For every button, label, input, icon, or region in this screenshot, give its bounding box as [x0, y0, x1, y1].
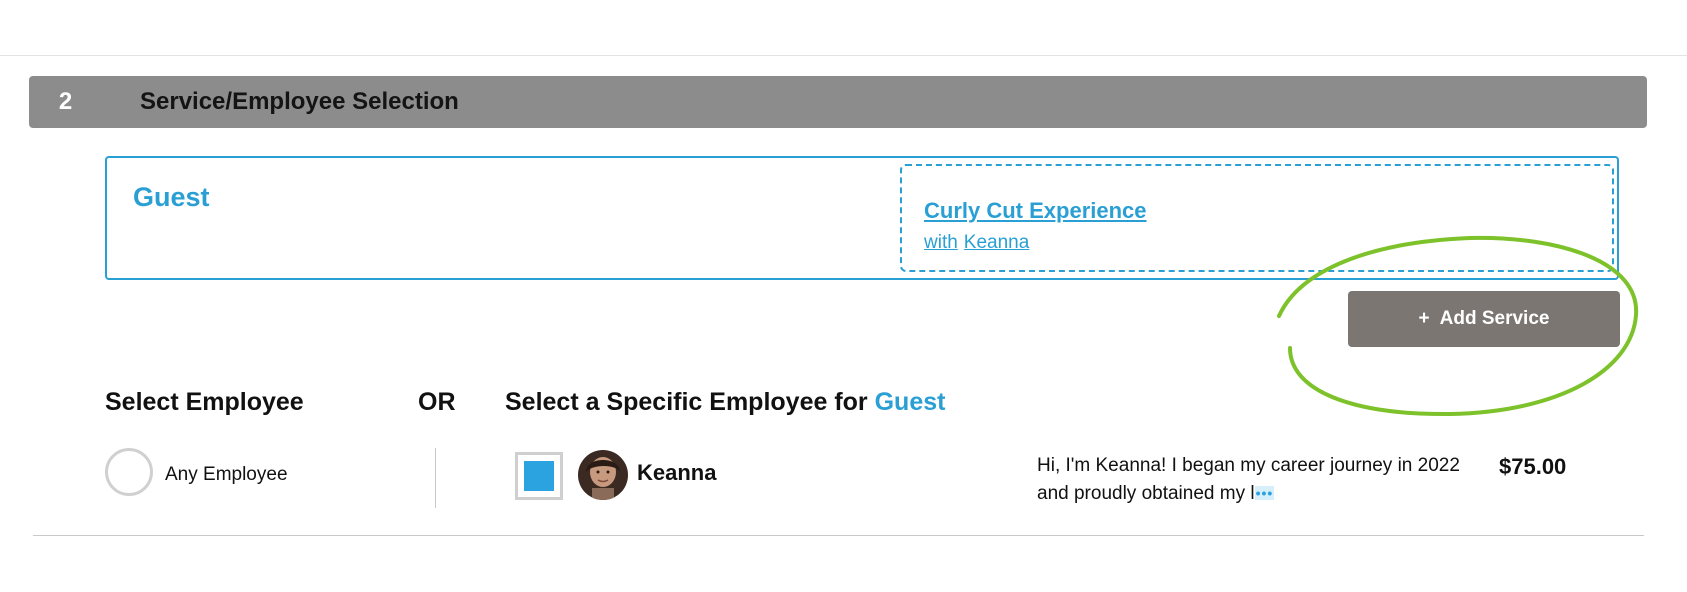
bottom-divider: [33, 535, 1644, 536]
or-label: OR: [418, 388, 456, 416]
specific-employee-label: Select a Specific Employee for: [505, 388, 868, 416]
service-name-link[interactable]: Curly Cut Experience: [924, 198, 1147, 224]
service-with-label[interactable]: with: [924, 232, 958, 253]
section-number: 2: [58, 88, 73, 115]
top-divider: [0, 55, 1687, 56]
specific-guest-name: Guest: [874, 388, 946, 416]
plus-icon: +: [1418, 308, 1430, 329]
selection-divider: [435, 448, 436, 508]
employee-bio-text: Hi, I'm Keanna! I began my career journe…: [1037, 455, 1460, 504]
specific-employee-heading: Select a Specific Employee for Guest: [505, 388, 945, 417]
employee-price: $75.00: [1499, 454, 1567, 479]
section-title: Service/Employee Selection: [140, 88, 459, 115]
select-employee-heading: Select Employee: [105, 388, 304, 416]
add-service-button[interactable]: + Add Service: [1348, 291, 1620, 347]
guest-name: Guest: [133, 182, 210, 212]
section-header[interactable]: 2 Service/Employee Selection: [29, 76, 1647, 128]
service-employee-link[interactable]: Keanna: [964, 232, 1030, 253]
employee-bio: Hi, I'm Keanna! I began my career journe…: [1037, 452, 1467, 508]
bio-more-icon[interactable]: •••: [1254, 486, 1275, 500]
guest-card: Guest Curly Cut Experience with Keanna: [105, 156, 1619, 280]
checkbox-checked-mark: [524, 461, 554, 491]
employee-checkbox[interactable]: [515, 452, 563, 500]
service-employee-line: with Keanna: [924, 232, 1029, 254]
any-employee-label[interactable]: Any Employee: [165, 464, 288, 486]
employee-name[interactable]: Keanna: [637, 460, 716, 486]
add-service-label: Add Service: [1439, 308, 1550, 329]
any-employee-radio[interactable]: [105, 448, 153, 496]
avatar[interactable]: [578, 450, 628, 500]
selected-service-box[interactable]: Curly Cut Experience with Keanna: [900, 164, 1614, 272]
